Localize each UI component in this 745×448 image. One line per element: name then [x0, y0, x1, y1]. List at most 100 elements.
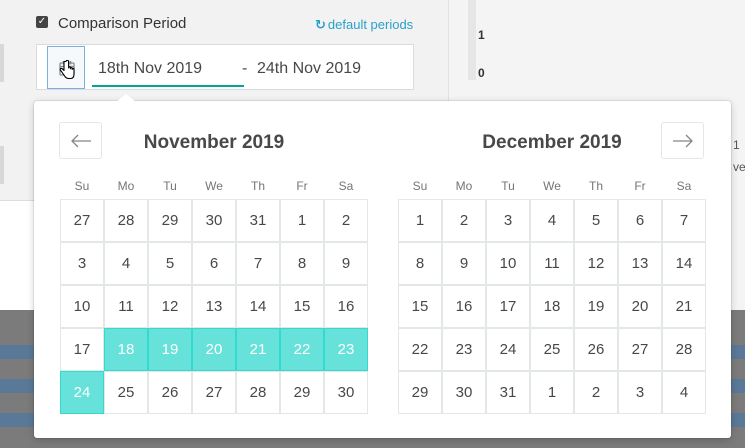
day-cell-dec-6[interactable]: 6 [618, 199, 662, 242]
day-cell-dec-30[interactable]: 30 [442, 371, 486, 414]
day-cell-outside-month: 27 [60, 199, 104, 242]
day-cell-next-month[interactable]: 2 [574, 371, 618, 414]
weekday-label: Mo [455, 179, 473, 193]
day-cell-dec-12[interactable]: 12 [574, 242, 618, 285]
date-range-input: 18th Nov 2019 - 24th Nov 2019 [36, 44, 414, 90]
default-periods-text: default periods [327, 17, 414, 32]
day-cell-dec-8[interactable]: 8 [398, 242, 442, 285]
day-cell-next-month[interactable]: 1 [530, 371, 574, 414]
day-cell-nov-16[interactable]: 16 [324, 285, 368, 328]
day-cell-nov-13[interactable]: 13 [192, 285, 236, 328]
day-cell-dec-23[interactable]: 23 [442, 328, 486, 371]
day-cell-dec-5[interactable]: 5 [574, 199, 618, 242]
day-cell-nov-26[interactable]: 26 [148, 371, 192, 414]
refresh-icon: ↻ [315, 17, 326, 32]
day-cell-nov-28[interactable]: 28 [236, 371, 280, 414]
comparison-period-checkbox[interactable]: ✓ [36, 16, 48, 28]
calendar-toggle-button[interactable] [47, 46, 85, 89]
day-cell-nov-27[interactable]: 27 [192, 371, 236, 414]
weekday-label: Th [250, 179, 265, 193]
end-date-field[interactable]: 24th Nov 2019 [257, 60, 361, 78]
day-cell-nov-18-selected[interactable]: 18 [104, 328, 148, 371]
month-title-december: December 2019 [482, 132, 622, 153]
day-cell-dec-10[interactable]: 10 [486, 242, 530, 285]
chart-bar [468, 0, 476, 80]
default-periods-link[interactable]: ↻ default periods [315, 17, 413, 33]
day-cell-dec-14[interactable]: 14 [662, 242, 706, 285]
day-cell-dec-9[interactable]: 9 [442, 242, 486, 285]
chart-edge-text: ve [733, 160, 745, 174]
day-cell-nov-8[interactable]: 8 [280, 242, 324, 285]
day-cell-nov-17[interactable]: 17 [60, 328, 104, 371]
day-cell-dec-29[interactable]: 29 [398, 371, 442, 414]
edge-tab [0, 44, 4, 82]
day-cell-nov-29[interactable]: 29 [280, 371, 324, 414]
day-cell-nov-12[interactable]: 12 [148, 285, 192, 328]
day-cell-nov-9[interactable]: 9 [324, 242, 368, 285]
day-cell-nov-21-selected[interactable]: 21 [236, 328, 280, 371]
day-cell-dec-11[interactable]: 11 [530, 242, 574, 285]
weekday-label: Su [412, 179, 428, 193]
day-cell-nov-15[interactable]: 15 [280, 285, 324, 328]
day-cell-nov-6[interactable]: 6 [192, 242, 236, 285]
chart-axis-tick: 1 [478, 28, 485, 42]
day-cell-dec-7[interactable]: 7 [662, 199, 706, 242]
day-cell-dec-31[interactable]: 31 [486, 371, 530, 414]
day-cell-dec-19[interactable]: 19 [574, 285, 618, 328]
weekday-label: Mo [117, 179, 135, 193]
day-cell-dec-13[interactable]: 13 [618, 242, 662, 285]
weekday-label: Su [74, 179, 90, 193]
day-cell-nov-7[interactable]: 7 [236, 242, 280, 285]
day-cell-dec-16[interactable]: 16 [442, 285, 486, 328]
november-day-grid: 27 28 29 30 31 1 2 3 4 5 6 7 8 9 10 11 12 13 14 15 16 17 18 19 2… [60, 199, 368, 414]
day-cell-dec-17[interactable]: 17 [486, 285, 530, 328]
day-cell-nov-2[interactable]: 2 [324, 199, 368, 242]
day-cell-nov-23-selected[interactable]: 23 [324, 328, 368, 371]
day-cell-dec-3[interactable]: 3 [486, 199, 530, 242]
day-cell-outside-month: 31 [236, 199, 280, 242]
day-cell-nov-24-selected[interactable]: 24 [60, 371, 104, 414]
day-cell-nov-19-selected[interactable]: 19 [148, 328, 192, 371]
chart-axis-tick: 0 [478, 66, 485, 80]
hand-cursor-icon [59, 60, 75, 80]
day-cell-nov-10[interactable]: 10 [60, 285, 104, 328]
day-cell-nov-25[interactable]: 25 [104, 371, 148, 414]
start-date-field[interactable]: 18th Nov 2019 [92, 53, 244, 87]
day-cell-nov-3[interactable]: 3 [60, 242, 104, 285]
day-cell-dec-21[interactable]: 21 [662, 285, 706, 328]
december-day-grid: 1 2 3 4 5 6 7 8 9 10 11 12 13 14 15 16 17 18 19 20 21 22 23 24 2… [398, 199, 706, 414]
day-cell-dec-1[interactable]: 1 [398, 199, 442, 242]
day-cell-nov-11[interactable]: 11 [104, 285, 148, 328]
comparison-period-label: Comparison Period [58, 15, 187, 32]
day-cell-outside-month: 28 [104, 199, 148, 242]
day-cell-nov-4[interactable]: 4 [104, 242, 148, 285]
day-cell-dec-22[interactable]: 22 [398, 328, 442, 371]
weekday-header-row: Su Mo Tu We Th Fr Sa [60, 179, 368, 193]
day-cell-dec-4[interactable]: 4 [530, 199, 574, 242]
day-cell-outside-month: 29 [148, 199, 192, 242]
day-cell-nov-14[interactable]: 14 [236, 285, 280, 328]
day-cell-dec-15[interactable]: 15 [398, 285, 442, 328]
weekday-label: We [205, 179, 223, 193]
day-cell-dec-24[interactable]: 24 [486, 328, 530, 371]
day-cell-nov-30[interactable]: 30 [324, 371, 368, 414]
weekday-label: Fr [634, 179, 646, 193]
day-cell-nov-1[interactable]: 1 [280, 199, 324, 242]
month-title-november: November 2019 [143, 132, 285, 153]
day-cell-dec-20[interactable]: 20 [618, 285, 662, 328]
day-cell-dec-2[interactable]: 2 [442, 199, 486, 242]
day-cell-next-month[interactable]: 3 [618, 371, 662, 414]
day-cell-nov-22-selected[interactable]: 22 [280, 328, 324, 371]
day-cell-dec-28[interactable]: 28 [662, 328, 706, 371]
weekday-label: Tu [163, 179, 177, 193]
weekday-label: Sa [676, 179, 692, 193]
day-cell-dec-26[interactable]: 26 [574, 328, 618, 371]
day-cell-nov-20-selected[interactable]: 20 [192, 328, 236, 371]
weekday-label: Sa [338, 179, 354, 193]
day-cell-nov-5[interactable]: 5 [148, 242, 192, 285]
day-cell-dec-27[interactable]: 27 [618, 328, 662, 371]
day-cell-dec-25[interactable]: 25 [530, 328, 574, 371]
weekday-label: Th [588, 179, 603, 193]
day-cell-dec-18[interactable]: 18 [530, 285, 574, 328]
day-cell-next-month[interactable]: 4 [662, 371, 706, 414]
